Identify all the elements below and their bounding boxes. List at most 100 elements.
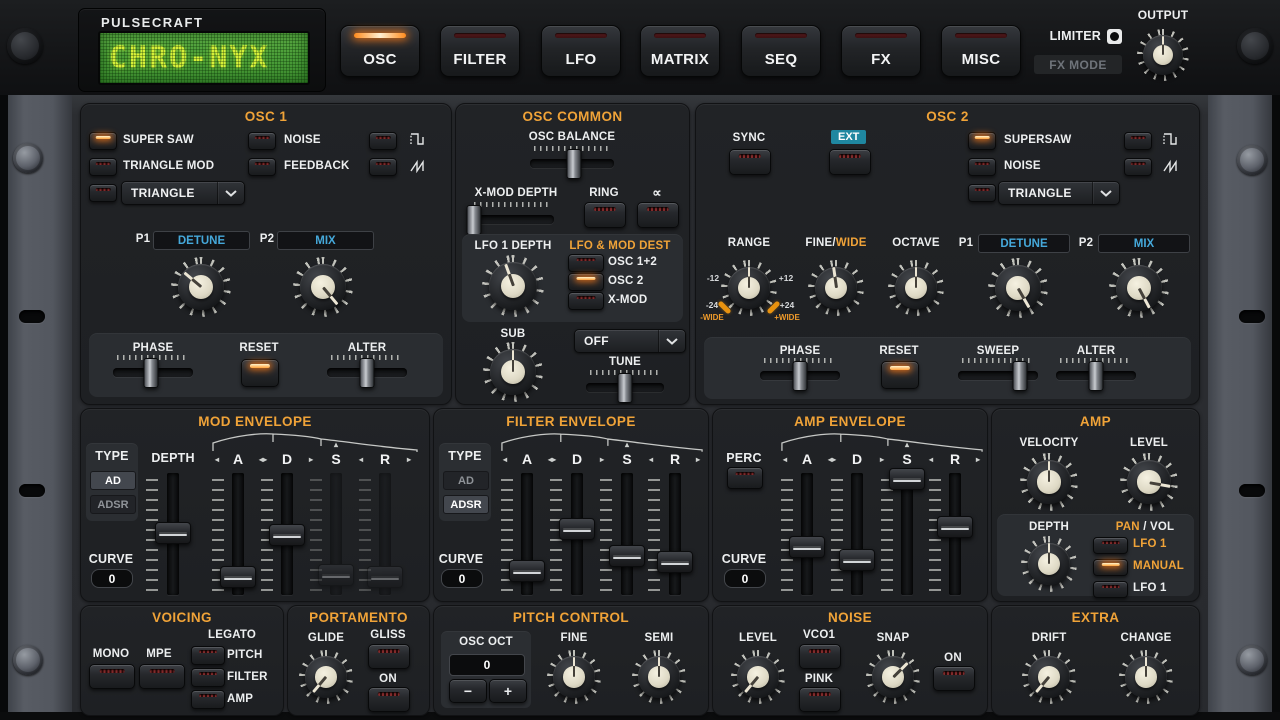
mod-depth-slider[interactable]	[167, 473, 179, 595]
amp-curve-value[interactable]: 0	[724, 569, 766, 588]
legato-filter-button[interactable]	[191, 668, 225, 687]
osc1-p1-knob[interactable]	[171, 257, 231, 317]
cross-mod-button[interactable]	[637, 202, 679, 228]
range-knob[interactable]	[721, 260, 777, 316]
level-knob[interactable]	[1120, 453, 1178, 511]
osc2-supersaw-toggle[interactable]	[968, 132, 996, 150]
ext-button[interactable]	[829, 149, 871, 175]
filter-attack-slider[interactable]	[521, 473, 533, 595]
tab-lfo[interactable]: LFO	[541, 25, 621, 77]
sync-button[interactable]	[729, 149, 771, 175]
super-saw-toggle[interactable]	[89, 132, 117, 150]
ring-button[interactable]	[584, 202, 626, 228]
p1-assign-chip[interactable]: DETUNE	[153, 231, 250, 250]
glide-knob[interactable]	[299, 650, 353, 704]
pan-lfo1-button[interactable]	[1093, 537, 1128, 554]
feedback-toggle[interactable]	[248, 158, 276, 176]
filter-release-slider[interactable]	[669, 473, 681, 595]
sub-knob[interactable]	[483, 342, 543, 402]
legato-pitch-button[interactable]	[191, 646, 225, 665]
tune-slider[interactable]	[586, 370, 664, 404]
change-knob[interactable]	[1119, 650, 1173, 704]
osc2-p2-knob[interactable]	[1109, 258, 1169, 318]
snap-knob[interactable]	[866, 650, 920, 704]
adsr-chip[interactable]: ADSR	[90, 495, 136, 514]
amp-depth-knob[interactable]	[1021, 536, 1077, 592]
osc1-pulse-toggle[interactable]	[369, 132, 397, 150]
pink-button[interactable]	[799, 687, 841, 712]
osc2-pulse-toggle[interactable]	[1124, 132, 1152, 150]
osc1-reset-button[interactable]	[241, 359, 279, 387]
legato-amp-button[interactable]	[191, 690, 225, 709]
osc2-wave-toggle[interactable]	[968, 184, 996, 202]
noise-on-button[interactable]	[933, 666, 975, 691]
sub-wave-dropdown[interactable]: OFF	[574, 329, 686, 353]
osc1-wave-toggle[interactable]	[89, 184, 117, 202]
mod-decay-slider[interactable]	[281, 473, 293, 595]
amp-sustain-slider[interactable]	[901, 473, 913, 595]
mod-release-slider[interactable]	[379, 473, 391, 595]
xmod-depth-slider[interactable]	[470, 202, 554, 236]
osc2-p1-knob[interactable]	[988, 258, 1048, 318]
octave-knob[interactable]	[888, 260, 944, 316]
velocity-knob[interactable]	[1020, 453, 1078, 511]
filter-sustain-slider[interactable]	[621, 473, 633, 595]
tab-filter[interactable]: FILTER	[440, 25, 520, 77]
osc1-p2-knob[interactable]	[293, 257, 353, 317]
output-knob[interactable]	[1137, 29, 1189, 81]
osc1-phase-slider[interactable]	[113, 355, 193, 389]
amp-attack-slider[interactable]	[801, 473, 813, 595]
pitch-semi-knob[interactable]	[632, 650, 686, 704]
dest-xmod-button[interactable]	[568, 292, 604, 310]
oct-plus-button[interactable]: +	[489, 679, 527, 703]
vco1-button[interactable]	[799, 644, 841, 669]
lfo1-depth-knob[interactable]	[482, 255, 544, 317]
osc-oct-value[interactable]: 0	[449, 654, 525, 676]
osc2-p1-assign-chip[interactable]: DETUNE	[978, 234, 1070, 253]
osc2-noise-toggle[interactable]	[968, 158, 996, 176]
osc1-wave-dropdown[interactable]: TRIANGLE	[121, 181, 245, 205]
osc2-reset-button[interactable]	[881, 361, 919, 389]
perc-button[interactable]	[727, 467, 763, 489]
osc2-phase-slider[interactable]	[760, 358, 840, 392]
triangle-mod-toggle[interactable]	[89, 158, 117, 176]
mpe-button[interactable]	[139, 664, 185, 689]
filter-decay-slider[interactable]	[571, 473, 583, 595]
tab-fx[interactable]: FX	[841, 25, 921, 77]
amp-release-slider[interactable]	[949, 473, 961, 595]
osc2-saw-toggle[interactable]	[1124, 158, 1152, 176]
tab-seq[interactable]: SEQ	[741, 25, 821, 77]
adsr-chip[interactable]: ADSR	[443, 495, 489, 514]
dest-osc2-button[interactable]	[568, 273, 604, 291]
osc1-alter-slider[interactable]	[327, 355, 407, 389]
portamento-on-button[interactable]	[368, 687, 410, 712]
osc1-noise-toggle[interactable]	[248, 132, 276, 150]
osc1-saw-toggle[interactable]	[369, 158, 397, 176]
tab-osc[interactable]: OSC	[340, 25, 420, 77]
gliss-button[interactable]	[368, 644, 410, 669]
filter-curve-value[interactable]: 0	[441, 569, 483, 588]
ad-chip[interactable]: AD	[443, 471, 489, 490]
drift-knob[interactable]	[1022, 650, 1076, 704]
pan-manual-button[interactable]	[1093, 559, 1128, 576]
osc2-alter-slider[interactable]	[1056, 358, 1136, 392]
mod-curve-value[interactable]: 0	[91, 569, 133, 588]
vol-lfo1-button[interactable]	[1093, 581, 1128, 598]
fine-wide-knob[interactable]	[808, 260, 864, 316]
amp-decay-slider[interactable]	[851, 473, 863, 595]
tab-misc[interactable]: MISC	[941, 25, 1021, 77]
osc2-wave-dropdown[interactable]: TRIANGLE	[998, 181, 1120, 205]
noise-level-knob[interactable]	[731, 650, 785, 704]
tab-matrix[interactable]: MATRIX	[640, 25, 720, 77]
mono-button[interactable]	[89, 664, 135, 689]
sweep-slider[interactable]	[958, 358, 1038, 392]
ad-chip[interactable]: AD	[90, 471, 136, 490]
mod-sustain-slider[interactable]	[330, 473, 342, 595]
oct-minus-button[interactable]: −	[449, 679, 487, 703]
limiter-indicator[interactable]: LIMITER	[1022, 27, 1122, 45]
osc-balance-slider[interactable]	[530, 146, 614, 180]
osc2-p2-assign-chip[interactable]: MIX	[1098, 234, 1190, 253]
pitch-fine-knob[interactable]	[547, 650, 601, 704]
p2-assign-chip[interactable]: MIX	[277, 231, 374, 250]
mod-attack-slider[interactable]	[232, 473, 244, 595]
